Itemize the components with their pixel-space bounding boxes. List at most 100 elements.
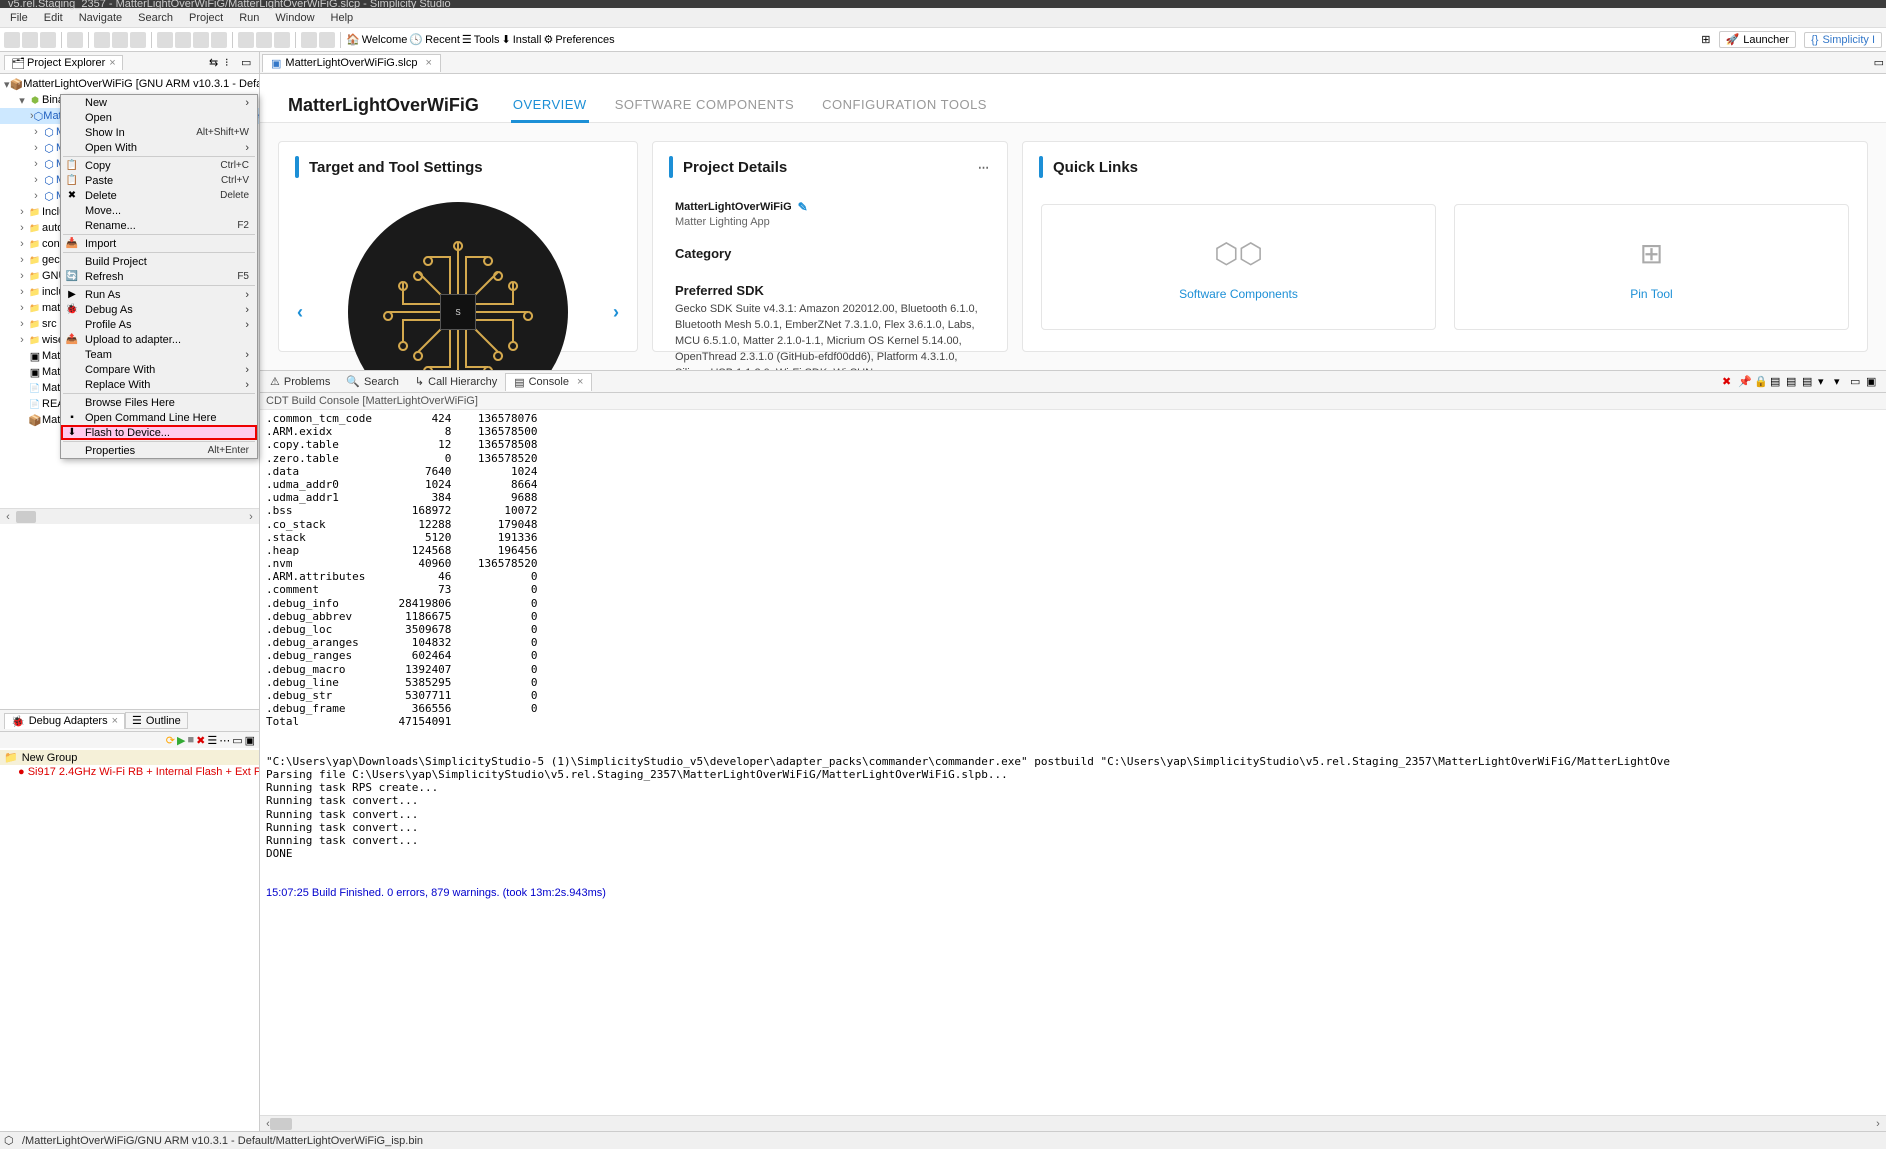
context-menu-item[interactable]: ✖DeleteDelete	[61, 188, 257, 203]
pin-icon[interactable]: 📌	[1738, 375, 1752, 389]
toolbar-btn[interactable]	[301, 32, 317, 48]
debug-tool-icon[interactable]: ✖	[196, 734, 205, 747]
maximize-icon[interactable]: ▣	[1866, 375, 1880, 389]
tab-problems[interactable]: ⚠Problems	[262, 373, 338, 390]
console-body[interactable]: .common_tcm_code 424 136578076 .ARM.exid…	[260, 410, 1886, 1115]
tab-overview[interactable]: OVERVIEW	[511, 89, 589, 123]
minimize-icon[interactable]: ▭	[241, 56, 255, 70]
tab-console[interactable]: ▤Console×	[505, 373, 592, 391]
device-row[interactable]: ● Si917 2.4GHz Wi-Fi RB + Internal Flash…	[0, 765, 259, 779]
context-menu-item[interactable]: Rename...F2	[61, 218, 257, 233]
close-icon[interactable]: ×	[425, 57, 431, 69]
context-menu-item[interactable]: 📋PasteCtrl+V	[61, 173, 257, 188]
recent-icon[interactable]: 🕓	[409, 33, 423, 46]
editor-tab-slcp[interactable]: ▣ MatterLightOverWiFiG.slcp ×	[262, 54, 441, 72]
scroll-lock-icon[interactable]: 🔒	[1754, 375, 1768, 389]
context-menu-item[interactable]: Open With›	[61, 140, 257, 155]
next-target-button[interactable]: ›	[613, 302, 619, 323]
debug-tool-icon[interactable]: ▣	[245, 734, 255, 747]
context-menu-item[interactable]: ▶Run As›	[61, 287, 257, 302]
context-menu-item[interactable]: Team›	[61, 347, 257, 362]
device-group[interactable]: 📁 New Group	[0, 750, 259, 765]
tab-configuration-tools[interactable]: CONFIGURATION TOOLS	[820, 89, 989, 123]
home-icon[interactable]: 🏠	[346, 33, 360, 46]
context-menu-item[interactable]: Show InAlt+Shift+W	[61, 125, 257, 140]
menu-help[interactable]: Help	[325, 10, 360, 26]
context-menu-item[interactable]: Build Project	[61, 254, 257, 269]
install-link[interactable]: Install	[513, 34, 542, 46]
menu-navigate[interactable]: Navigate	[73, 10, 128, 26]
tools-icon[interactable]: ☰	[462, 33, 472, 46]
context-menu-item[interactable]: Browse Files Here	[61, 395, 257, 410]
context-menu-item[interactable]: ⬇Flash to Device...	[61, 425, 257, 440]
pin-tool-tile[interactable]: ⊞ Pin Tool	[1454, 204, 1849, 330]
build-icon[interactable]	[67, 32, 83, 48]
tab-software-components[interactable]: SOFTWARE COMPONENTS	[613, 89, 796, 123]
toolbar-btn[interactable]	[193, 32, 209, 48]
toolbar-btn[interactable]	[175, 32, 191, 48]
save-all-icon[interactable]	[40, 32, 56, 48]
run-icon[interactable]	[112, 32, 128, 48]
outline-tab[interactable]: ☰ Outline	[125, 712, 188, 729]
menu-project[interactable]: Project	[183, 10, 229, 26]
close-icon[interactable]: ×	[112, 715, 118, 727]
debug-tool-icon[interactable]: ▶	[177, 734, 185, 747]
link-editor-icon[interactable]: ⇆	[209, 56, 223, 70]
console-tool-icon[interactable]: ▤	[1786, 375, 1800, 389]
menu-search[interactable]: Search	[132, 10, 179, 26]
context-menu-item[interactable]: 📋CopyCtrl+C	[61, 158, 257, 173]
toolbar-btn[interactable]	[256, 32, 272, 48]
context-menu-item[interactable]: 📥Import	[61, 236, 257, 251]
new-icon[interactable]	[4, 32, 20, 48]
perspective-toggle-icon[interactable]: ⊞	[1701, 33, 1710, 46]
editor-maximize-icon[interactable]: ▭	[1874, 56, 1884, 69]
menu-edit[interactable]: Edit	[38, 10, 69, 26]
minimize-icon[interactable]: ▭	[1850, 375, 1864, 389]
toolbar-btn[interactable]	[319, 32, 335, 48]
context-menu-item[interactable]: 🐞Debug As›	[61, 302, 257, 317]
debug-icon[interactable]	[94, 32, 110, 48]
tab-search[interactable]: 🔍Search	[338, 373, 407, 390]
debug-tool-icon[interactable]: ⋯	[219, 734, 230, 747]
project-root[interactable]: ▾📦MatterLightOverWiFiG [GNU ARM v10.3.1 …	[0, 76, 259, 92]
debug-tool-icon[interactable]: ▭	[232, 734, 242, 747]
edit-icon[interactable]: ✎	[798, 200, 808, 214]
toolbar-btn[interactable]	[238, 32, 254, 48]
debug-tool-icon[interactable]: ⟳	[166, 734, 175, 747]
filter-icon[interactable]: ⁝	[225, 56, 239, 70]
console-tool-icon[interactable]: ▾	[1834, 375, 1848, 389]
tools-link[interactable]: Tools	[474, 34, 500, 46]
menu-file[interactable]: File	[4, 10, 34, 26]
debug-tool-icon[interactable]: ■	[187, 734, 194, 746]
context-menu-item[interactable]: New›	[61, 95, 257, 110]
context-menu-item[interactable]: 📤Upload to adapter...	[61, 332, 257, 347]
context-menu-item[interactable]: PropertiesAlt+Enter	[61, 443, 257, 458]
software-components-tile[interactable]: ⬡⬡ Software Components	[1041, 204, 1436, 330]
context-menu-item[interactable]: 🔄RefreshF5	[61, 269, 257, 284]
console-tool-icon[interactable]: ▤	[1770, 375, 1784, 389]
clear-icon[interactable]: ✖	[1722, 375, 1736, 389]
simplicity-ide-button[interactable]: {} Simplicity I	[1804, 32, 1882, 48]
debug-tool-icon[interactable]: ☰	[207, 734, 217, 747]
toolbar-btn[interactable]	[211, 32, 227, 48]
save-icon[interactable]	[22, 32, 38, 48]
debug-adapters-tab[interactable]: 🐞 Debug Adapters ×	[4, 713, 125, 729]
context-menu-item[interactable]: Replace With›	[61, 377, 257, 392]
project-explorer-tab[interactable]: 🗂 Project Explorer ×	[4, 55, 123, 70]
toolbar-btn[interactable]	[157, 32, 173, 48]
context-menu-item[interactable]: Move...	[61, 203, 257, 218]
menu-window[interactable]: Window	[269, 10, 320, 26]
context-menu-item[interactable]: Open	[61, 110, 257, 125]
context-menu-item[interactable]: Compare With›	[61, 362, 257, 377]
install-icon[interactable]: ⬇	[501, 33, 510, 46]
prev-target-button[interactable]: ‹	[297, 302, 303, 323]
toolbar-btn[interactable]	[274, 32, 290, 48]
console-tool-icon[interactable]: ▾	[1818, 375, 1832, 389]
preferences-link[interactable]: Preferences	[555, 34, 614, 46]
details-menu-icon[interactable]: ⋯	[978, 161, 991, 174]
profile-icon[interactable]	[130, 32, 146, 48]
close-icon[interactable]: ×	[577, 376, 583, 388]
launcher-button[interactable]: 🚀 Launcher	[1719, 31, 1797, 48]
preferences-icon[interactable]: ⚙	[543, 33, 553, 46]
console-hscroll[interactable]: ‹›	[260, 1115, 1886, 1131]
